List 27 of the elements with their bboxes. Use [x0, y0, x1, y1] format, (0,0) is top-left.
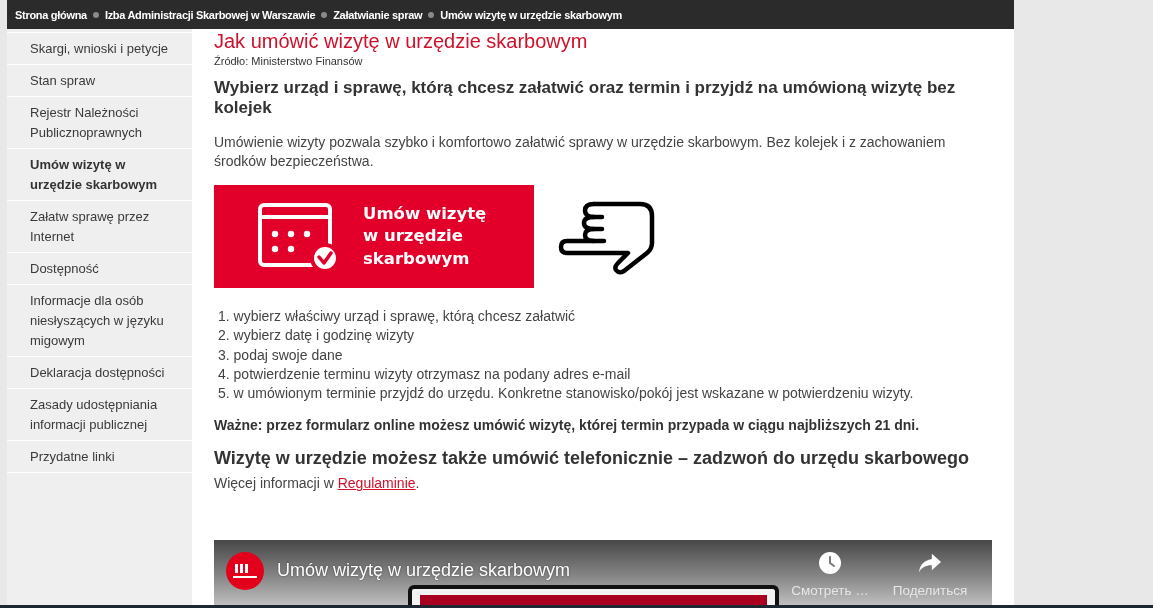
clock-icon [819, 552, 841, 575]
breadcrumb-link[interactable]: Umów wizytę w urzędzie skarbowym [440, 8, 622, 21]
intro-paragraph: Umówienie wizyty pozwala szybko i komfortowo załatwić sprawy w urzędzie skarbowym. Bez kolejek i z zachowaniem środków bezpieczeństwa. [214, 133, 947, 171]
breadcrumb-link[interactable]: Strona główna [15, 8, 87, 21]
source-text: Źródło: Ministerstwo Finansów [214, 55, 364, 68]
page-title: Jak umówić wizytę w urzędzie skarbowym [214, 30, 589, 52]
step-item: 5. w umówionym terminie przyjdź do urzędu. Konkretne stanowisko/pokój jest wskazane w potwierdzeniu wizyty. [218, 384, 915, 404]
video-player[interactable]: Umów wizytę w urzędzie skarbowym Смотреть … Поделиться [214, 540, 992, 608]
video-title[interactable]: Umów wizytę w urzędzie skarbowym [277, 559, 571, 582]
separator-dot-icon [92, 11, 99, 18]
section-heading: Wizytę w urzędzie możesz także umówić telefonicznie – zadzwoń do urzędu skarbowego [214, 447, 970, 470]
channel-logo-icon[interactable] [226, 552, 264, 591]
step-item: 1. wybierz właściwy urząd i sprawę, którą chcesz załatwić [218, 307, 577, 326]
step-item: 4. potwierdzenie terminu wizyty otrzymasz na podany adres e-mail [218, 364, 632, 384]
more-info-text: Więcej informacji w Regulaminie. [214, 474, 421, 494]
banner-text: Umów wizytę w urzędzie skarbowym [363, 202, 488, 270]
step-item: 3. podaj swoje dane [218, 345, 344, 365]
separator-dot-icon [428, 11, 435, 18]
section-heading: Wybierz urząd i sprawę, którą chcesz załatwić oraz termin i przyjdź na umówioną wizytę bez kolejek [214, 78, 957, 118]
pointing-hand-icon [558, 201, 655, 277]
breadcrumb-link[interactable]: Izba Administracji Skarbowej w Warszawie [104, 8, 316, 21]
separator-dot-icon [321, 11, 328, 18]
notice-text: Ważne: przez formularz online możesz umówić wizytę, której termin przypada w ciągu najbliższych 21 dni. [214, 416, 921, 436]
breadcrumb-link[interactable]: Załatwianie spraw [333, 8, 423, 21]
sidebar-item[interactable]: Skargi, wnioski i petycje [7, 32, 192, 65]
regulations-link[interactable]: Regulaminie [337, 475, 416, 492]
step-item: 2. wybierz datę i godzinę wizyty [218, 326, 416, 346]
